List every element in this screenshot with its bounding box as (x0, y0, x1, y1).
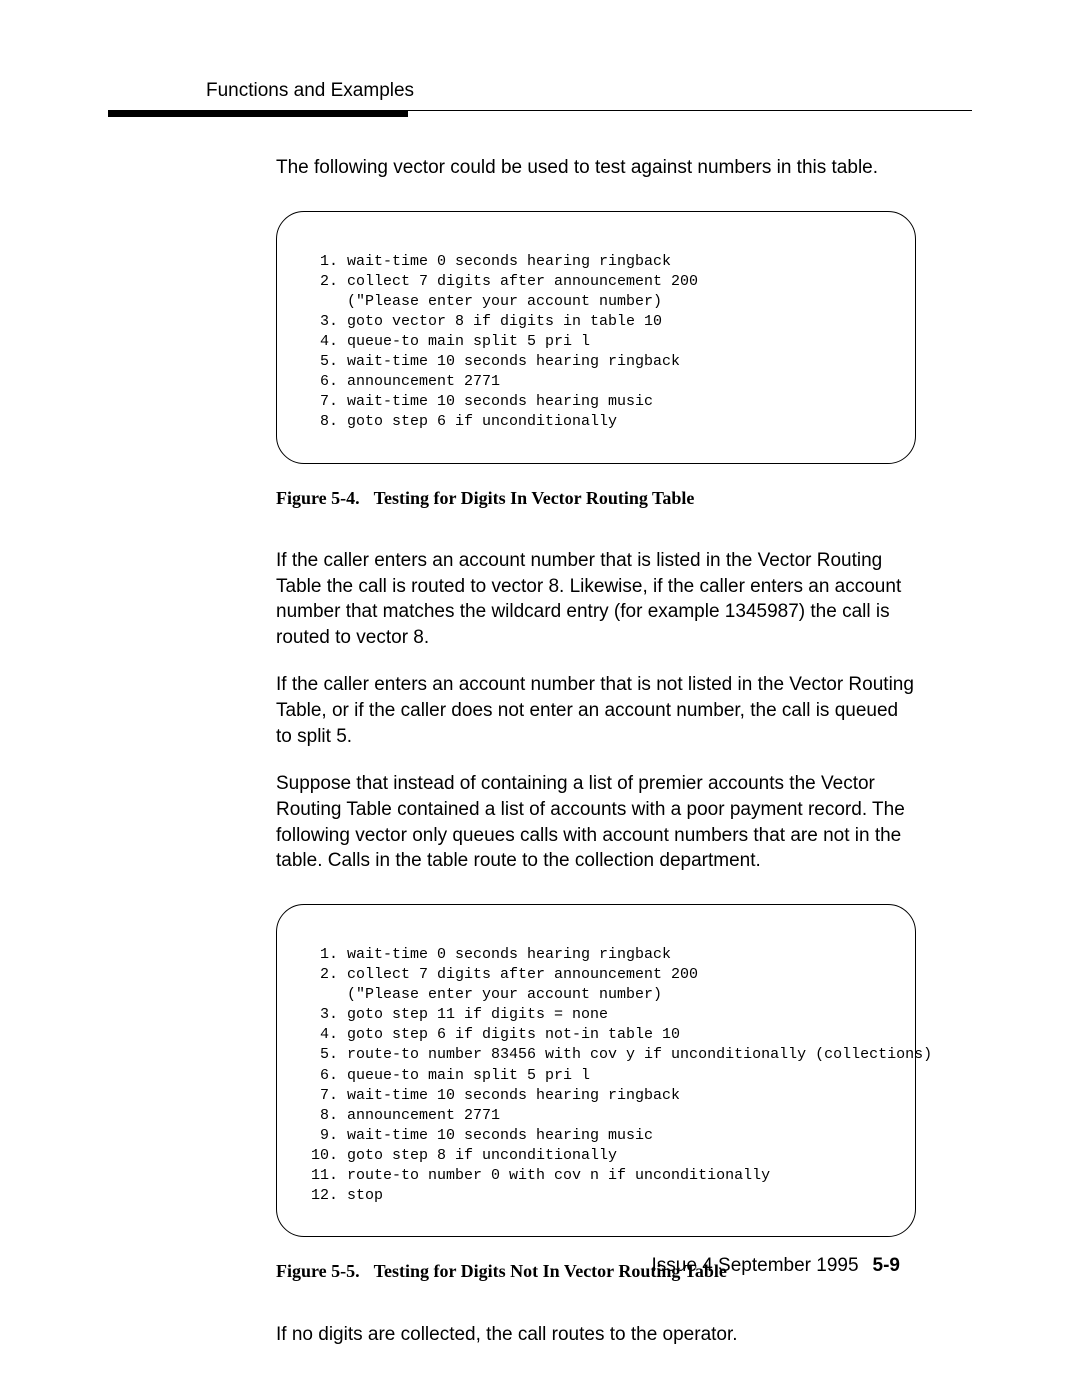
code-line: 3. goto step 11 if digits = none (311, 1006, 608, 1023)
code-line: 8. goto step 6 if unconditionally (311, 413, 617, 430)
code-block-2: 1. wait-time 0 seconds hearing ringback … (295, 925, 897, 1206)
para-5: If no digits are collected, the call rou… (276, 1322, 916, 1348)
code-line: 4. queue-to main split 5 pri l (311, 333, 590, 350)
figure-title: Testing for Digits In Vector Routing Tab… (374, 488, 695, 508)
page-content: The following vector could be used to te… (276, 155, 916, 1369)
header-title: Functions and Examples (108, 78, 972, 110)
code-figure-1: 1. wait-time 0 seconds hearing ringback … (276, 211, 916, 464)
para-4: Suppose that instead of containing a lis… (276, 771, 916, 874)
code-figure-2: 1. wait-time 0 seconds hearing ringback … (276, 904, 916, 1237)
footer-page-number: 5-9 (873, 1255, 900, 1276)
code-line: 6. announcement 2771 (311, 373, 500, 390)
code-line: ("Please enter your account number) (311, 293, 662, 310)
page-header: Functions and Examples (108, 78, 972, 117)
code-line: 3. goto vector 8 if digits in table 10 (311, 313, 662, 330)
code-line: 10. goto step 8 if unconditionally (311, 1147, 617, 1164)
figure-label: Figure 5-4. (276, 488, 360, 508)
header-rule-thick (108, 111, 408, 117)
code-line: 5. route-to number 83456 with cov y if u… (311, 1046, 932, 1063)
code-line: 8. announcement 2771 (311, 1107, 500, 1124)
code-line: 9. wait-time 10 seconds hearing music (311, 1127, 653, 1144)
code-line: 7. wait-time 10 seconds hearing music (311, 393, 653, 410)
footer-issue: Issue 4 September 1995 (652, 1255, 859, 1276)
para-intro: The following vector could be used to te… (276, 155, 916, 181)
code-line: 12. stop (311, 1187, 383, 1204)
code-line: 7. wait-time 10 seconds hearing ringback (311, 1087, 680, 1104)
code-line: 4. goto step 6 if digits not-in table 10 (311, 1026, 680, 1043)
code-line: 5. wait-time 10 seconds hearing ringback (311, 353, 680, 370)
code-line: ("Please enter your account number) (311, 986, 662, 1003)
code-line: 1. wait-time 0 seconds hearing ringback (311, 253, 671, 270)
code-line: 2. collect 7 digits after announcement 2… (311, 966, 698, 983)
page: Functions and Examples The following vec… (0, 0, 1080, 1397)
code-line: 11. route-to number 0 with cov n if unco… (311, 1167, 770, 1184)
para-2: If the caller enters an account number t… (276, 548, 916, 651)
para-3: If the caller enters an account number t… (276, 672, 916, 749)
code-line: 2. collect 7 digits after announcement 2… (311, 273, 698, 290)
code-line: 1. wait-time 0 seconds hearing ringback (311, 946, 671, 963)
code-line: 6. queue-to main split 5 pri l (311, 1067, 590, 1084)
page-footer: Issue 4 September 1995 5-9 (276, 1253, 900, 1279)
figure-caption-1: Figure 5-4. Testing for Digits In Vector … (276, 486, 916, 510)
code-block-1: 1. wait-time 0 seconds hearing ringback … (295, 232, 897, 433)
